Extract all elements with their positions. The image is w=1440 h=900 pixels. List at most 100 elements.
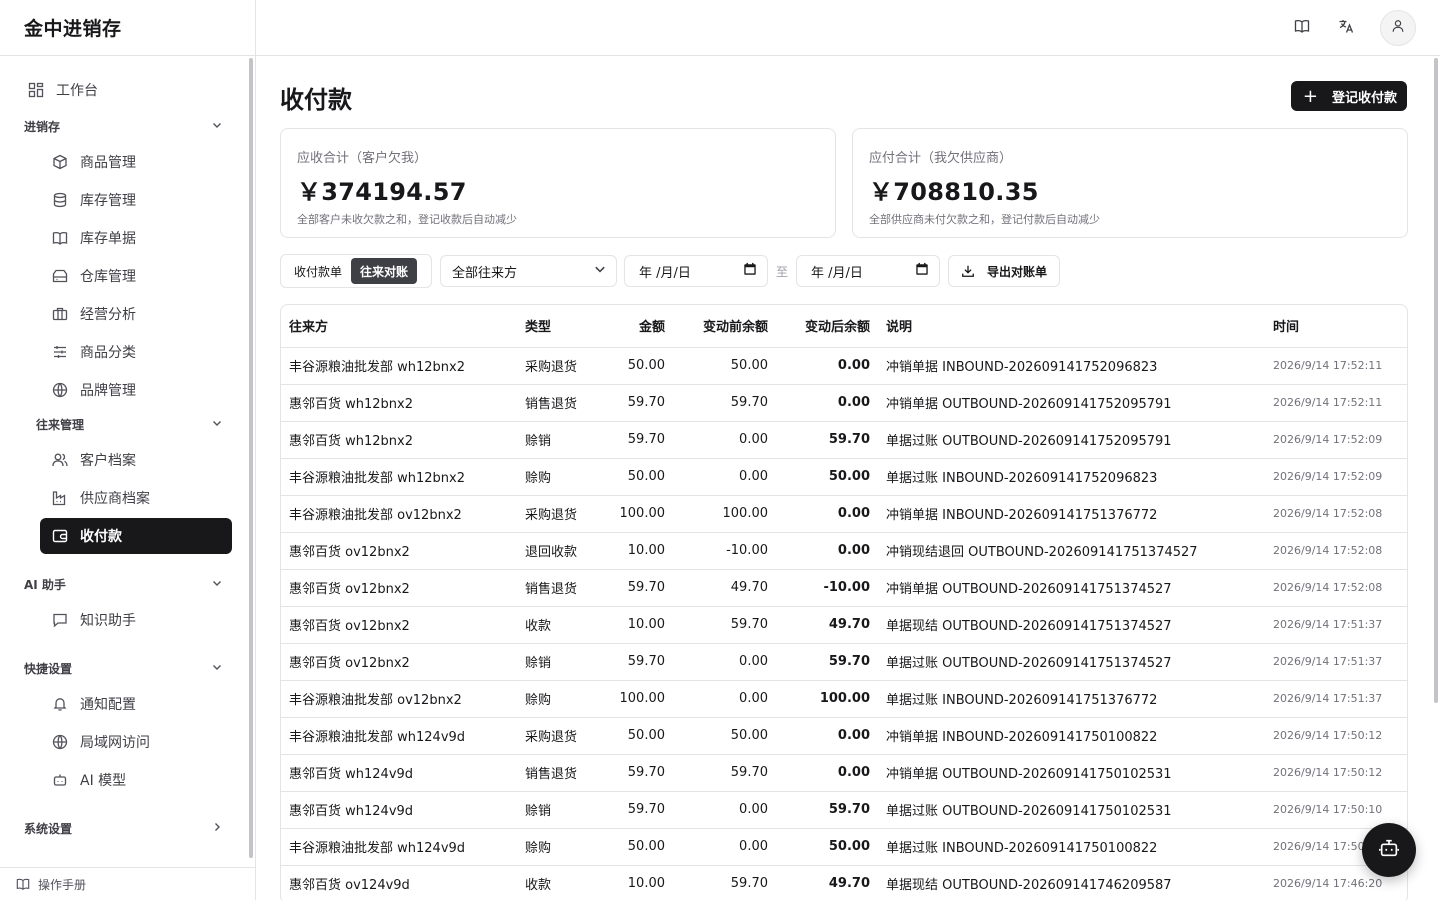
sidebar-item-products[interactable]: 商品管理 (40, 144, 232, 180)
cell-type: 收款 (517, 606, 601, 644)
main-scrollbar[interactable] (1434, 58, 1438, 703)
user-icon (1391, 19, 1405, 37)
table-row[interactable]: 惠邻百货 wh12bnx2 销售退货 59.70 59.70 0.00 冲销单据 OUTB… (281, 384, 1407, 422)
sidebar-item-stock[interactable]: 库存管理 (40, 182, 232, 218)
cell-amount: 100.00 (601, 680, 673, 718)
sidebar: 金中进销存 工作台 进销存 商品管理 库存管理 库存单据 仓库管理 经营分析 商… (0, 0, 256, 900)
col-amount[interactable]: 金额 (601, 305, 673, 348)
table-row[interactable]: 丰谷源粮油批发部 wh12bnx2 采购退货 50.00 50.00 0.00 冲销单据 … (281, 347, 1407, 385)
page-title: 收付款 (280, 86, 352, 114)
sidebar-item-label: 客户档案 (80, 453, 136, 469)
table-row[interactable]: 惠邻百货 ov124v9d 收款 10.00 59.70 49.70 单据现结 OUTBO… (281, 865, 1407, 900)
cell-balance-after: 59.70 (776, 643, 878, 681)
sidebar-item-workbench[interactable]: 工作台 (24, 72, 232, 108)
user-avatar[interactable] (1380, 10, 1416, 46)
sidebar-item-stock-docs[interactable]: 库存单据 (40, 220, 232, 256)
sidebar-item-customers[interactable]: 客户档案 (40, 442, 232, 478)
cell-description: 冲销单据 OUTBOUND-202609141750102531 (878, 754, 1265, 792)
sidebar-scrollbar[interactable] (249, 58, 253, 858)
group-label: 快捷设置 (24, 661, 73, 676)
manual-link[interactable]: 操作手册 (0, 867, 255, 900)
cell-description: 单据过账 INBOUND-202609141752096823 (878, 458, 1265, 496)
calendar-icon[interactable] (743, 262, 757, 280)
cell-description: 单据现结 OUTBOUND-202609141746209587 (878, 865, 1265, 900)
col-balance-after[interactable]: 变动后余额 (776, 305, 878, 348)
cell-balance-after: 49.70 (776, 865, 878, 900)
view-switch: 收付款单 往来对账 (280, 254, 432, 288)
table-row[interactable]: 丰谷源粮油批发部 wh124v9d 采购退货 50.00 50.00 0.00 冲销单据 … (281, 717, 1407, 755)
date-from-input[interactable]: 年 /月/日 (624, 255, 768, 287)
sidebar-item-category[interactable]: 商品分类 (40, 334, 232, 370)
table-row[interactable]: 惠邻百货 wh124v9d 赊销 59.70 0.00 59.70 单据过账 OUTBOU… (281, 791, 1407, 829)
add-payment-button[interactable]: + 登记收付款 (1290, 81, 1407, 111)
col-time[interactable]: 时间 (1265, 305, 1407, 348)
chevron-down-icon (212, 417, 222, 431)
cell-balance-after: 50.00 (776, 828, 878, 866)
table-row[interactable]: 丰谷源粮油批发部 wh124v9d 赊购 50.00 0.00 50.00 单据过账 IN… (281, 828, 1407, 866)
sidebar-item-payments[interactable]: 收付款 (40, 518, 232, 554)
download-icon (961, 264, 975, 278)
bell-icon (52, 696, 68, 712)
col-type[interactable]: 类型 (517, 305, 601, 348)
table-row[interactable]: 丰谷源粮油批发部 ov12bnx2 赊购 100.00 0.00 100.00 单据过账 … (281, 680, 1407, 718)
table-row[interactable]: 丰谷源粮油批发部 ov12bnx2 采购退货 100.00 100.00 0.00 冲销单… (281, 495, 1407, 533)
tab-reconcile[interactable]: 往来对账 (351, 258, 418, 284)
cell-amount: 59.70 (601, 754, 673, 792)
sidebar-item-brand[interactable]: 品牌管理 (40, 372, 232, 408)
sidebar-item-label: 经营分析 (80, 307, 136, 323)
col-balance-before[interactable]: 变动前余额 (673, 305, 776, 348)
col-party[interactable]: 往来方 (281, 305, 517, 348)
book-icon (16, 877, 30, 891)
ai-assistant-button[interactable] (1362, 823, 1416, 877)
table-row[interactable]: 惠邻百货 ov12bnx2 收款 10.00 59.70 49.70 单据现结 OUTBO… (281, 606, 1407, 644)
group-inventory[interactable]: 进销存 (24, 114, 232, 138)
ledger-table: 往来方 类型 金额 变动前余额 变动后余额 说明 时间 丰谷源粮油批发部 wh1… (280, 304, 1408, 900)
table-row[interactable]: 惠邻百货 ov12bnx2 销售退货 59.70 49.70 -10.00 冲销单据 OU… (281, 569, 1407, 607)
globe-icon (52, 382, 68, 398)
receivable-card: 应收合计（客户欠我） ￥374194.57 全部客户未收欠款之和，登记收款后自动… (280, 128, 836, 238)
table-row[interactable]: 惠邻百货 ov12bnx2 退回收款 10.00 -10.00 0.00 冲销现结退回 O… (281, 532, 1407, 570)
cell-balance-before: 0.00 (673, 421, 776, 459)
cell-amount: 50.00 (601, 717, 673, 755)
group-ai[interactable]: AI 助手 (24, 572, 232, 596)
cell-balance-after: 0.00 (776, 754, 878, 792)
cell-balance-after: 50.00 (776, 458, 878, 496)
sidebar-item-lan[interactable]: 局域网访问 (40, 724, 232, 760)
calendar-icon[interactable] (915, 262, 929, 280)
chevron-down-icon (212, 661, 222, 675)
sidebar-nav: 工作台 进销存 商品管理 库存管理 库存单据 仓库管理 经营分析 商品分类 品牌… (0, 57, 247, 867)
cell-balance-before: 0.00 (673, 643, 776, 681)
group-label: 进销存 (24, 119, 61, 134)
cell-time: 2026/9/14 17:52:09 (1265, 458, 1407, 496)
sliders-icon (52, 344, 68, 360)
docs-button[interactable] (1286, 12, 1318, 44)
table-row[interactable]: 惠邻百货 wh124v9d 销售退货 59.70 59.70 0.00 冲销单据 OUTB… (281, 754, 1407, 792)
language-button[interactable] (1330, 12, 1362, 44)
col-description[interactable]: 说明 (878, 305, 1265, 348)
party-select[interactable]: 全部往来方 (440, 255, 617, 287)
cell-time: 2026/9/14 17:51:37 (1265, 680, 1407, 718)
sidebar-item-notify[interactable]: 通知配置 (40, 686, 232, 722)
table-row[interactable]: 丰谷源粮油批发部 wh12bnx2 赊购 50.00 0.00 50.00 单据过账 IN… (281, 458, 1407, 496)
sidebar-item-knowledge[interactable]: 知识助手 (40, 602, 232, 638)
date-to-input[interactable]: 年 /月/日 (796, 255, 940, 287)
cell-time: 2026/9/14 17:52:08 (1265, 495, 1407, 533)
cell-party: 惠邻百货 wh12bnx2 (281, 384, 517, 422)
sidebar-item-label: 通知配置 (80, 697, 136, 713)
export-statement-button[interactable]: 导出对账单 (948, 255, 1060, 287)
sidebar-item-analysis[interactable]: 经营分析 (40, 296, 232, 332)
table-row[interactable]: 惠邻百货 ov12bnx2 赊销 59.70 0.00 59.70 单据过账 OUTBOU… (281, 643, 1407, 681)
group-quick-settings[interactable]: 快捷设置 (24, 656, 232, 680)
cell-balance-before: 50.00 (673, 717, 776, 755)
sidebar-item-warehouse[interactable]: 仓库管理 (40, 258, 232, 294)
sidebar-item-label: 库存管理 (80, 193, 136, 209)
tab-payment-list[interactable]: 收付款单 (285, 258, 351, 284)
cell-balance-before: 59.70 (673, 865, 776, 900)
group-system-settings[interactable]: 系统设置 (24, 816, 232, 840)
cell-party: 丰谷源粮油批发部 wh124v9d (281, 717, 517, 755)
cell-type: 赊销 (517, 421, 601, 459)
sidebar-item-suppliers[interactable]: 供应商档案 (40, 480, 232, 516)
sidebar-item-ai-model[interactable]: AI 模型 (40, 762, 232, 798)
group-partners[interactable]: 往来管理 (36, 412, 232, 436)
table-row[interactable]: 惠邻百货 wh12bnx2 赊销 59.70 0.00 59.70 单据过账 OUTBOU… (281, 421, 1407, 459)
